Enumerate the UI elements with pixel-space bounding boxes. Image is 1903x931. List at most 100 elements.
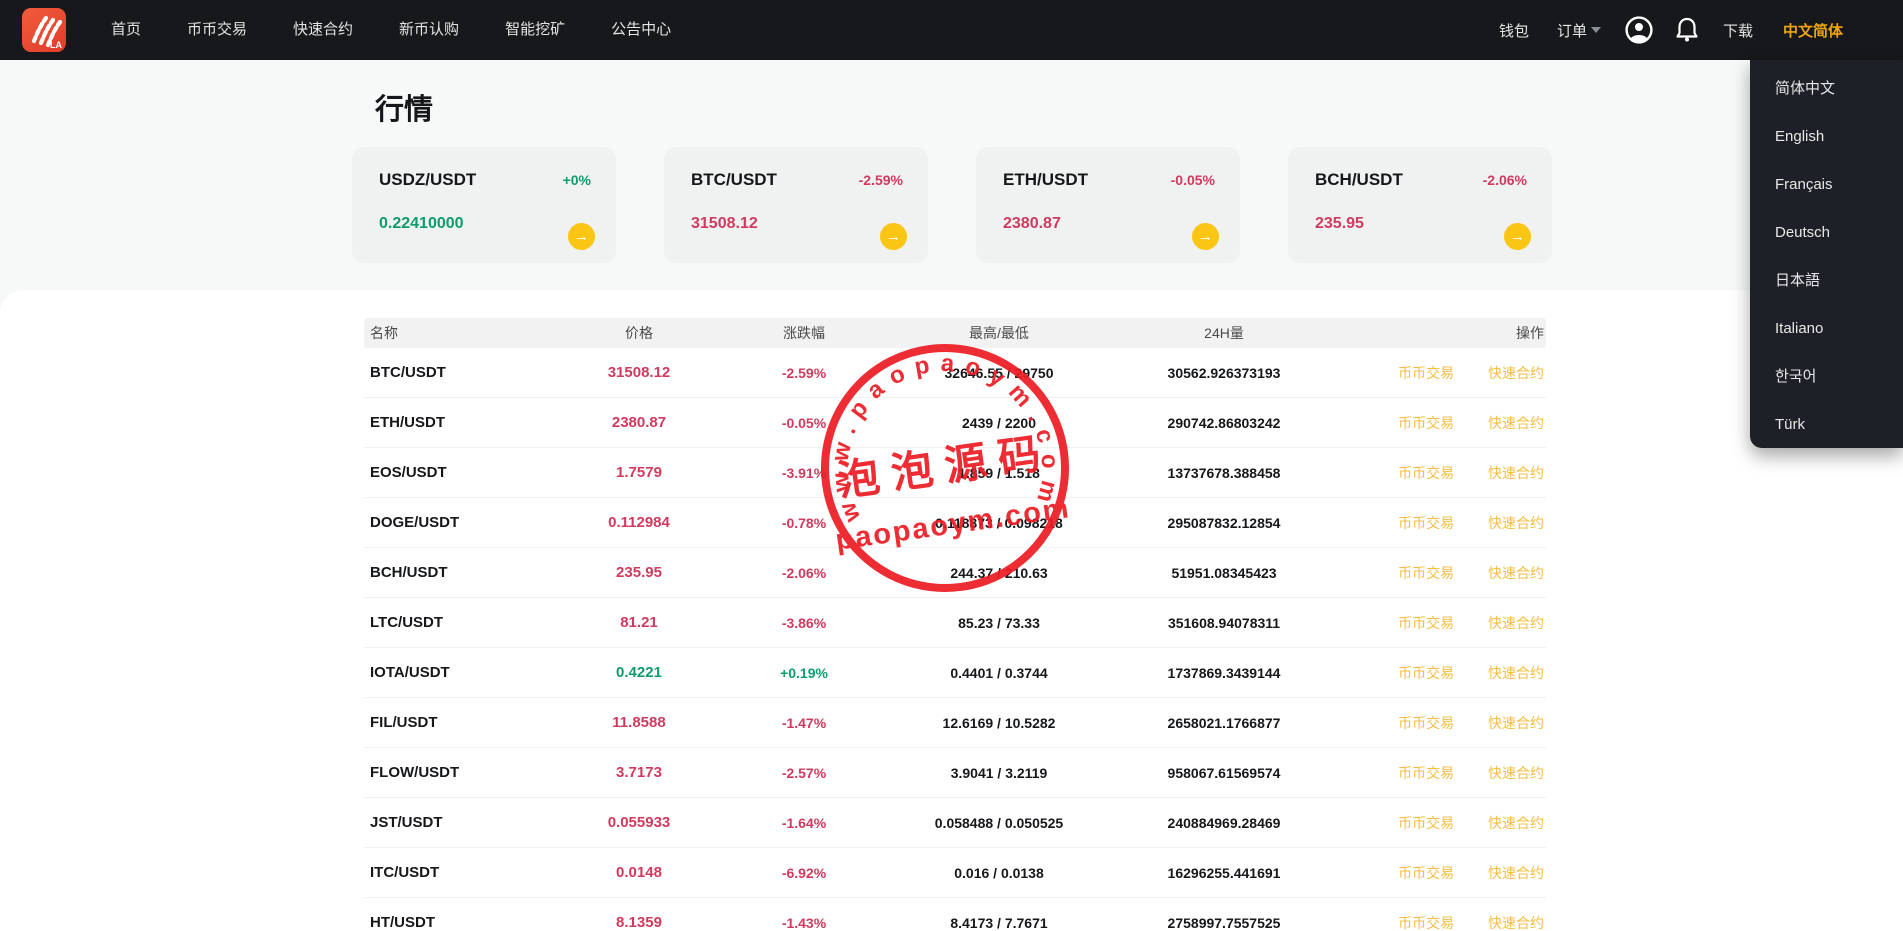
cell-change: -1.43% bbox=[781, 914, 827, 931]
chevron-down-icon[interactable] bbox=[1590, 27, 1601, 33]
language-option[interactable]: 日本語 bbox=[1750, 257, 1903, 305]
spot-trade-link[interactable]: 币币交易 bbox=[1398, 365, 1454, 381]
download-link[interactable]: 下载 bbox=[1723, 20, 1753, 41]
nav-menu-item[interactable]: 智能挖矿 bbox=[482, 0, 588, 60]
language-option[interactable]: Français bbox=[1750, 161, 1903, 209]
cell-volume: 30562.926373193 bbox=[1167, 364, 1281, 381]
quick-contract-link[interactable]: 快速合约 bbox=[1488, 865, 1544, 881]
table-row[interactable]: FIL/USDT 11.8588 -1.47% 12.6169 / 10.528… bbox=[364, 698, 1546, 748]
nav-menu-item[interactable]: 新币认购 bbox=[376, 0, 482, 60]
quick-contract-link[interactable]: 快速合约 bbox=[1488, 365, 1544, 381]
cell-volume: 16296255.441691 bbox=[1167, 864, 1281, 881]
cell-actions: 币币交易 快速合约 bbox=[1344, 863, 1546, 883]
nav-menu-item[interactable]: 首页 bbox=[88, 0, 164, 60]
quick-contract-link[interactable]: 快速合约 bbox=[1488, 915, 1544, 931]
quick-contract-link[interactable]: 快速合约 bbox=[1488, 715, 1544, 731]
cell-change: +0.19% bbox=[780, 664, 828, 681]
spot-trade-link[interactable]: 币币交易 bbox=[1398, 415, 1454, 431]
quick-contract-link[interactable]: 快速合约 bbox=[1488, 565, 1544, 581]
spot-trade-link[interactable]: 币币交易 bbox=[1398, 865, 1454, 881]
spot-trade-link[interactable]: 币币交易 bbox=[1398, 465, 1454, 481]
quick-contract-link[interactable]: 快速合约 bbox=[1488, 615, 1544, 631]
card-arrow-button[interactable]: → bbox=[568, 223, 595, 250]
cell-price: 0.055933 bbox=[607, 814, 671, 831]
language-option[interactable]: Deutsch bbox=[1750, 209, 1903, 257]
table-row[interactable]: IOTA/USDT 0.4221 +0.19% 0.4401 / 0.3744 … bbox=[364, 648, 1546, 698]
spot-trade-link[interactable]: 币币交易 bbox=[1398, 665, 1454, 681]
orders-link[interactable]: 订单 bbox=[1557, 20, 1587, 41]
cell-pair-name: FLOW/USDT bbox=[370, 764, 460, 781]
cell-pair-name: BTC/USDT bbox=[370, 364, 446, 381]
cell-volume: 51951.08345423 bbox=[1171, 564, 1277, 581]
card-change-badge: +0% bbox=[562, 172, 591, 188]
spot-trade-link[interactable]: 币币交易 bbox=[1398, 565, 1454, 581]
table-row[interactable]: EOS/USDT 1.7579 -3.91% 1.859 / 1.518 137… bbox=[364, 448, 1546, 498]
wallet-link[interactable]: 钱包 bbox=[1499, 20, 1529, 41]
table-row[interactable]: HT/USDT 8.1359 -1.43% 8.4173 / 7.7671 27… bbox=[364, 898, 1546, 931]
card-arrow-button[interactable]: → bbox=[880, 223, 907, 250]
cell-actions: 币币交易 快速合约 bbox=[1344, 413, 1546, 433]
nav-menu-item[interactable]: 公告中心 bbox=[588, 0, 694, 60]
card-price: 31508.12 bbox=[691, 215, 758, 232]
cell-pair-name: HT/USDT bbox=[370, 914, 435, 931]
top-navbar: LA 首页 币币交易 快速合约 新币认购 智能挖矿 公告中心 钱包 订单 下载 中文简体 bbox=[0, 0, 1903, 60]
notifications-bell-icon[interactable] bbox=[1675, 17, 1699, 43]
language-option[interactable]: English bbox=[1750, 113, 1903, 161]
card-change-badge: -2.06% bbox=[1482, 172, 1527, 188]
cell-actions: 币币交易 快速合约 bbox=[1344, 563, 1546, 583]
market-card[interactable]: BTC/USDT -2.59% 31508.12 → bbox=[664, 147, 928, 263]
market-table: 名称 价格 涨跌幅 最高/最低 24H量 操作 BTC/USDT 31508.12 -2.… bbox=[364, 318, 1546, 931]
quick-contract-link[interactable]: 快速合约 bbox=[1488, 465, 1544, 481]
column-header: 名称 bbox=[370, 325, 398, 341]
nav-menu-item[interactable]: 币币交易 bbox=[164, 0, 270, 60]
spot-trade-link[interactable]: 币币交易 bbox=[1398, 765, 1454, 781]
language-option[interactable]: Türk bbox=[1750, 401, 1903, 449]
quick-contract-link[interactable]: 快速合约 bbox=[1488, 515, 1544, 531]
language-option[interactable]: 한국어 bbox=[1750, 353, 1903, 401]
language-selector[interactable]: 中文简体 bbox=[1783, 20, 1843, 41]
account-icon[interactable] bbox=[1625, 16, 1653, 44]
app-logo[interactable]: LA bbox=[22, 8, 66, 52]
cell-volume: 351608.94078311 bbox=[1167, 614, 1281, 631]
market-card[interactable]: USDZ/USDT +0% 0.22410000 → bbox=[352, 147, 616, 263]
nav-menu-item[interactable]: 快速合约 bbox=[270, 0, 376, 60]
table-row[interactable]: ITC/USDT 0.0148 -6.92% 0.016 / 0.0138 16… bbox=[364, 848, 1546, 898]
table-body: BTC/USDT 31508.12 -2.59% 32646.55 / 2975… bbox=[364, 348, 1546, 931]
card-pair-label: BCH/USDT bbox=[1315, 170, 1403, 189]
language-option[interactable]: 简体中文 bbox=[1750, 65, 1903, 113]
table-row[interactable]: FLOW/USDT 3.7173 -2.57% 3.9041 / 3.2119 … bbox=[364, 748, 1546, 798]
market-card[interactable]: ETH/USDT -0.05% 2380.87 → bbox=[976, 147, 1240, 263]
spot-trade-link[interactable]: 币币交易 bbox=[1398, 615, 1454, 631]
cell-price: 1.7579 bbox=[616, 464, 662, 481]
cell-change: -2.06% bbox=[781, 564, 827, 581]
cell-price: 0.112984 bbox=[608, 514, 670, 531]
quick-contract-link[interactable]: 快速合约 bbox=[1488, 815, 1544, 831]
spot-trade-link[interactable]: 币币交易 bbox=[1398, 715, 1454, 731]
card-arrow-button[interactable]: → bbox=[1504, 223, 1531, 250]
card-pair-label: BTC/USDT bbox=[691, 170, 777, 189]
table-row[interactable]: LTC/USDT 81.21 -3.86% 85.23 / 73.33 3516… bbox=[364, 598, 1546, 648]
column-header: 24H量 bbox=[1204, 325, 1244, 341]
spot-trade-link[interactable]: 币币交易 bbox=[1398, 815, 1454, 831]
table-row[interactable]: BTC/USDT 31508.12 -2.59% 32646.55 / 2975… bbox=[364, 348, 1546, 398]
cell-volume: 295087832.12854 bbox=[1167, 514, 1281, 531]
quick-contract-link[interactable]: 快速合约 bbox=[1488, 765, 1544, 781]
spot-trade-link[interactable]: 币币交易 bbox=[1398, 915, 1454, 931]
table-row[interactable]: BCH/USDT 235.95 -2.06% 244.37 / 210.63 5… bbox=[364, 548, 1546, 598]
language-option[interactable]: Italiano bbox=[1750, 305, 1903, 353]
card-change-badge: -0.05% bbox=[1170, 172, 1215, 188]
cell-high-low: 244.37 / 210.63 bbox=[950, 564, 1048, 581]
card-change-badge: -2.59% bbox=[858, 172, 903, 188]
table-row[interactable]: ETH/USDT 2380.87 -0.05% 2439 / 2200 2907… bbox=[364, 398, 1546, 448]
cell-change: -6.92% bbox=[781, 864, 827, 881]
card-arrow-button[interactable]: → bbox=[1192, 223, 1219, 250]
market-card[interactable]: BCH/USDT -2.06% 235.95 → bbox=[1288, 147, 1552, 263]
table-row[interactable]: DOGE/USDT 0.112984 -0.78% 0.118873 / 0.0… bbox=[364, 498, 1546, 548]
spot-trade-link[interactable]: 币币交易 bbox=[1398, 515, 1454, 531]
table-row[interactable]: JST/USDT 0.055933 -1.64% 0.058488 / 0.05… bbox=[364, 798, 1546, 848]
quick-contract-link[interactable]: 快速合约 bbox=[1488, 665, 1544, 681]
cell-actions: 币币交易 快速合约 bbox=[1344, 363, 1546, 383]
cell-price: 0.0148 bbox=[616, 864, 662, 881]
cell-price: 81.21 bbox=[620, 614, 658, 631]
quick-contract-link[interactable]: 快速合约 bbox=[1488, 415, 1544, 431]
